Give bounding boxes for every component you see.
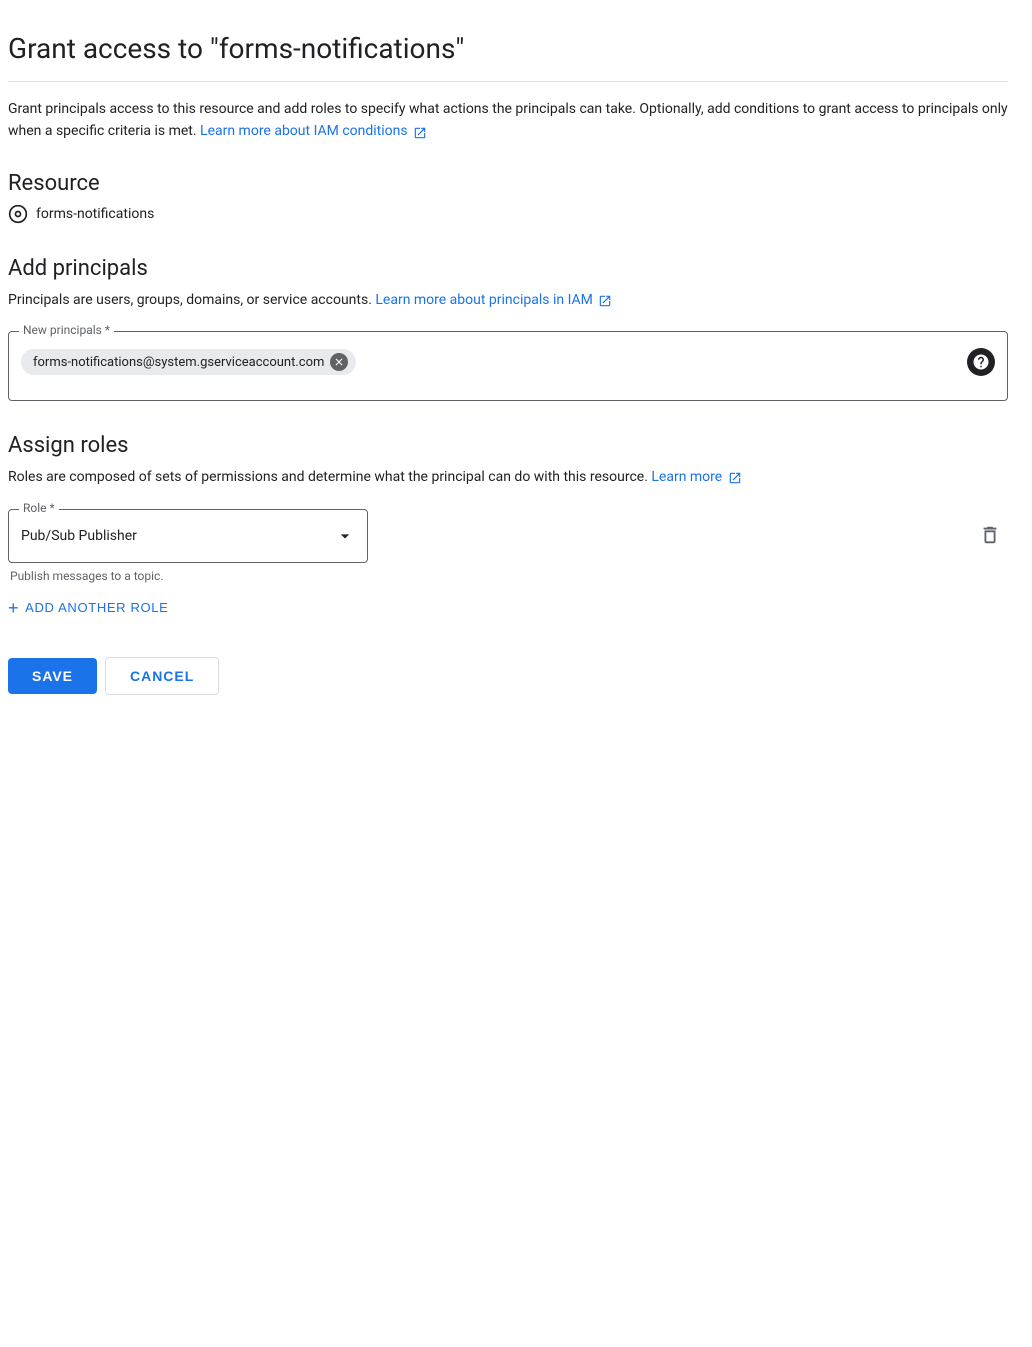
chip-value: forms-notifications@system.gserviceaccou… <box>33 355 324 370</box>
page-title: Grant access to "forms-notifications" <box>8 32 1008 82</box>
add-principals-section: Add principals Principals are users, gro… <box>8 256 1008 401</box>
resource-section: Resource forms-notifications <box>8 171 1008 224</box>
cancel-button[interactable]: CANCEL <box>105 657 219 695</box>
external-link-icon <box>413 125 427 139</box>
save-button[interactable]: SAVE <box>8 658 97 694</box>
role-select[interactable]: Pub/Sub Publisher <box>9 510 367 562</box>
resource-icon <box>8 204 28 224</box>
role-row: Role * Pub/Sub Publisher Publish message… <box>8 509 1008 583</box>
resource-name: forms-notifications <box>36 206 154 222</box>
roles-description: Roles are composed of sets of permission… <box>8 466 1008 488</box>
resource-section-title: Resource <box>8 171 1008 196</box>
role-field-label: Role * <box>19 501 59 515</box>
principal-chip: forms-notifications@system.gserviceaccou… <box>21 349 356 375</box>
page-description: Grant principals access to this resource… <box>8 98 1008 143</box>
help-icon[interactable] <box>967 348 995 376</box>
add-principals-title: Add principals <box>8 256 1008 281</box>
dropdown-icon <box>335 526 355 546</box>
action-buttons: SAVE CANCEL <box>8 657 1008 695</box>
delete-role-button[interactable] <box>972 517 1008 553</box>
principals-description: Principals are users, groups, domains, o… <box>8 289 1008 311</box>
role-field[interactable]: Role * Pub/Sub Publisher <box>8 509 368 563</box>
roles-learn-more-link[interactable]: Learn more <box>651 469 741 485</box>
assign-roles-section: Assign roles Roles are composed of sets … <box>8 433 1008 616</box>
principals-input-row: forms-notifications@system.gserviceaccou… <box>21 348 995 376</box>
role-select-value: Pub/Sub Publisher <box>21 528 137 544</box>
assign-roles-title: Assign roles <box>8 433 1008 458</box>
iam-conditions-link[interactable]: Learn more about IAM conditions <box>200 123 427 139</box>
chip-area: forms-notifications@system.gserviceaccou… <box>21 349 959 375</box>
new-principals-label: New principals * <box>19 323 114 337</box>
plus-icon: + <box>8 599 19 617</box>
chip-remove-button[interactable] <box>330 353 348 371</box>
resource-item: forms-notifications <box>8 204 1008 224</box>
add-another-role-button[interactable]: + ADD ANOTHER ROLE <box>8 599 169 617</box>
role-hint: Publish messages to a topic. <box>10 569 956 583</box>
new-principals-field[interactable]: New principals * forms-notifications@sys… <box>8 331 1008 401</box>
principals-external-link-icon <box>598 293 612 307</box>
principals-link[interactable]: Learn more about principals in IAM <box>375 292 612 308</box>
roles-external-link-icon <box>728 470 742 484</box>
